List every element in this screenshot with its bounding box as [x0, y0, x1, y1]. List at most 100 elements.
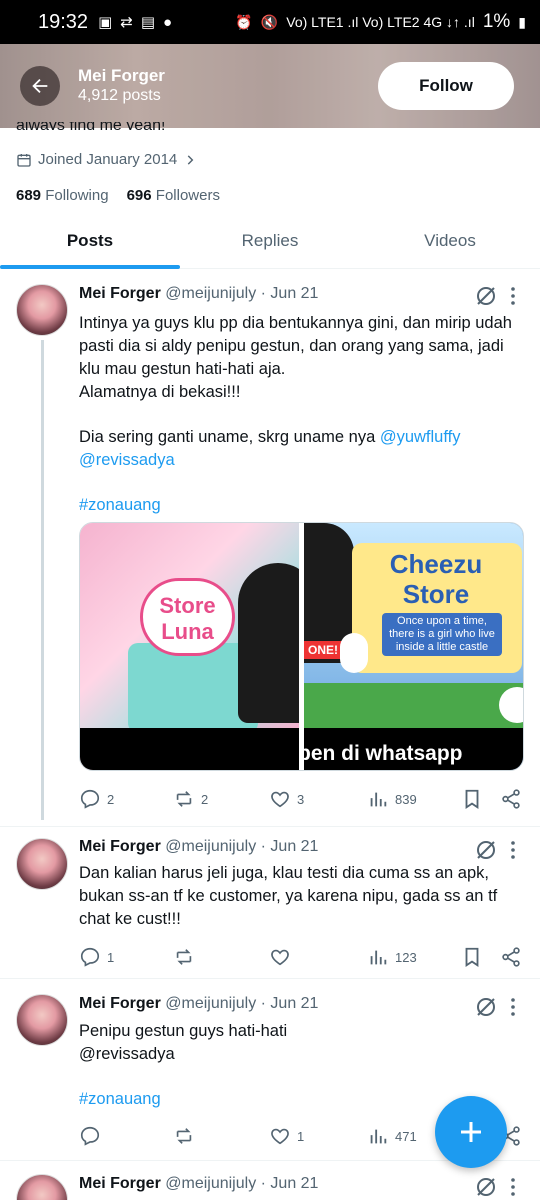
- reply-button[interactable]: 2: [79, 788, 114, 810]
- system-icons: ⏰ 🔇 Vo) LTE1 .ıl Vo) LTE2 4G ↓↑ .ıl 1% ▮: [235, 11, 526, 33]
- avatar[interactable]: [16, 284, 68, 336]
- clock: 19:32: [38, 10, 89, 33]
- repost-icon: [176, 949, 192, 965]
- thread-line: [41, 340, 44, 820]
- calendar-icon: [17, 153, 31, 167]
- compose-button[interactable]: [435, 1096, 507, 1168]
- tab-videos[interactable]: Videos: [360, 214, 540, 268]
- chevron-right-icon: [188, 154, 194, 165]
- followers-count: 696: [126, 187, 152, 204]
- image-label: ONE!: [304, 641, 342, 659]
- tweet-actions: 2 2 3 839: [79, 788, 524, 812]
- tweet-date: · Jun 21: [260, 285, 319, 302]
- repost-button[interactable]: 2: [173, 788, 208, 810]
- tweet-date: · Jun 21: [260, 1175, 319, 1192]
- reply-icon: [80, 789, 100, 809]
- network-indicator: Vo) LTE1 .ıl Vo) LTE2 4G ↓↑ .ıl: [286, 14, 475, 30]
- repost-button[interactable]: [173, 946, 201, 968]
- avatar[interactable]: [16, 994, 68, 1046]
- follow-button[interactable]: Follow: [378, 62, 514, 110]
- share-icon[interactable]: [500, 788, 522, 810]
- more-options-icon[interactable]: [508, 1177, 518, 1197]
- author-handle: @meijunijuly: [165, 995, 257, 1012]
- like-button[interactable]: 3: [269, 788, 304, 810]
- store-luna-logo: Store Luna: [140, 578, 235, 656]
- views-button[interactable]: 123: [367, 946, 417, 968]
- bunny: [340, 633, 368, 673]
- character-hair: [238, 563, 299, 723]
- image-bottom-bar: [80, 728, 299, 770]
- author-name[interactable]: Mei Forger: [79, 838, 161, 855]
- more-options-icon[interactable]: [508, 286, 518, 306]
- view-count: 839: [395, 791, 417, 807]
- grok-icon[interactable]: [474, 284, 498, 308]
- more-options-icon[interactable]: [508, 840, 518, 860]
- back-button[interactable]: [20, 66, 60, 106]
- mute-icon: 🔇: [260, 13, 279, 30]
- views-button[interactable]: 471: [367, 1125, 417, 1147]
- mention-link[interactable]: @yuwfluffy: [380, 428, 461, 446]
- tweet-line: @revissadya: [79, 1045, 175, 1063]
- tweet-line: Intinya ya guys klu pp dia bentukannya g…: [79, 314, 512, 378]
- follow-counts: 689 Following 696 Followers: [16, 187, 220, 204]
- tweet-meta: Mei Forger @meijunijuly · Jun 21: [79, 995, 318, 1013]
- view-count: 471: [395, 1128, 417, 1144]
- cheezu-store-subtitle: Once upon a time, there is a girl who li…: [382, 613, 502, 656]
- author-name[interactable]: Mei Forger: [79, 995, 161, 1012]
- media-image-1[interactable]: Store Luna: [80, 523, 299, 770]
- joined-label: Joined January 2014: [38, 151, 178, 168]
- joined-date[interactable]: Joined January 2014: [16, 151, 197, 168]
- author-name[interactable]: Mei Forger: [79, 285, 161, 302]
- tweet[interactable]: Mei Forger @meijunijuly · Jun 21 Dan kal…: [0, 826, 540, 978]
- avatar[interactable]: [16, 838, 68, 890]
- more-options-icon[interactable]: [508, 997, 518, 1017]
- repost-count: 2: [201, 791, 209, 807]
- grok-icon[interactable]: [474, 1175, 498, 1199]
- grok-icon[interactable]: [474, 838, 498, 862]
- tab-label: Videos: [424, 231, 476, 250]
- grok-icon[interactable]: [474, 995, 498, 1019]
- image-caption: pen di whatsapp: [304, 742, 463, 765]
- views-icon: [370, 792, 387, 807]
- like-button[interactable]: [269, 946, 297, 968]
- tweet-line: Penipu gestun guys hati-hati: [79, 1022, 288, 1040]
- profile-header: Mei Forger 4,912 posts Follow: [0, 44, 540, 128]
- reply-button[interactable]: 1: [79, 946, 114, 968]
- followers-link[interactable]: 696 Followers: [127, 187, 220, 204]
- mention-link[interactable]: @revissadya: [79, 451, 175, 469]
- following-link[interactable]: 689 Following: [16, 187, 109, 204]
- grass: [304, 683, 523, 728]
- active-tab-indicator: [0, 265, 180, 269]
- following-label: Following: [45, 187, 109, 204]
- gallery-icon: ▣: [98, 14, 113, 31]
- heart-icon: [271, 791, 289, 808]
- tweet-date: · Jun 21: [260, 838, 319, 855]
- tweet-media[interactable]: Store Luna Cheezu Store Once upon a time…: [79, 522, 524, 771]
- tab-replies[interactable]: Replies: [180, 214, 360, 268]
- dot-icon: ●: [163, 13, 173, 31]
- bookmark-icon[interactable]: [461, 788, 483, 810]
- avatar[interactable]: [16, 1174, 68, 1200]
- tweet-meta: Mei Forger @meijunijuly · Jun 21: [79, 838, 318, 856]
- hashtag-link[interactable]: #zonauang: [79, 1090, 161, 1108]
- status-bar: 19:32 ▣ ⇄ ▤ ● ⏰ 🔇 Vo) LTE1 .ıl Vo) LTE2 …: [0, 0, 540, 44]
- reply-count: 1: [107, 949, 115, 965]
- bookmark-icon[interactable]: [461, 946, 483, 968]
- reply-button[interactable]: [79, 1125, 107, 1147]
- author-handle: @meijunijuly: [165, 1175, 257, 1192]
- tab-posts[interactable]: Posts: [0, 214, 180, 269]
- profile-name: Mei Forger: [78, 66, 165, 85]
- like-count: 1: [297, 1128, 305, 1144]
- hashtag-link[interactable]: #zonauang: [79, 496, 161, 514]
- tweet-text: Dan kalian harus jeli juga, klau testi d…: [79, 864, 498, 928]
- share-icon[interactable]: [500, 946, 522, 968]
- reply-icon: [80, 947, 100, 967]
- repost-icon: [176, 791, 192, 807]
- repost-button[interactable]: [173, 1125, 201, 1147]
- media-image-2[interactable]: Cheezu Store Once upon a time, there is …: [304, 523, 523, 770]
- like-count: 3: [297, 791, 305, 807]
- views-button[interactable]: 839: [367, 788, 417, 810]
- like-button[interactable]: 1: [269, 1125, 304, 1147]
- tweet-actions: 1 123: [79, 946, 524, 970]
- author-name[interactable]: Mei Forger: [79, 1175, 161, 1192]
